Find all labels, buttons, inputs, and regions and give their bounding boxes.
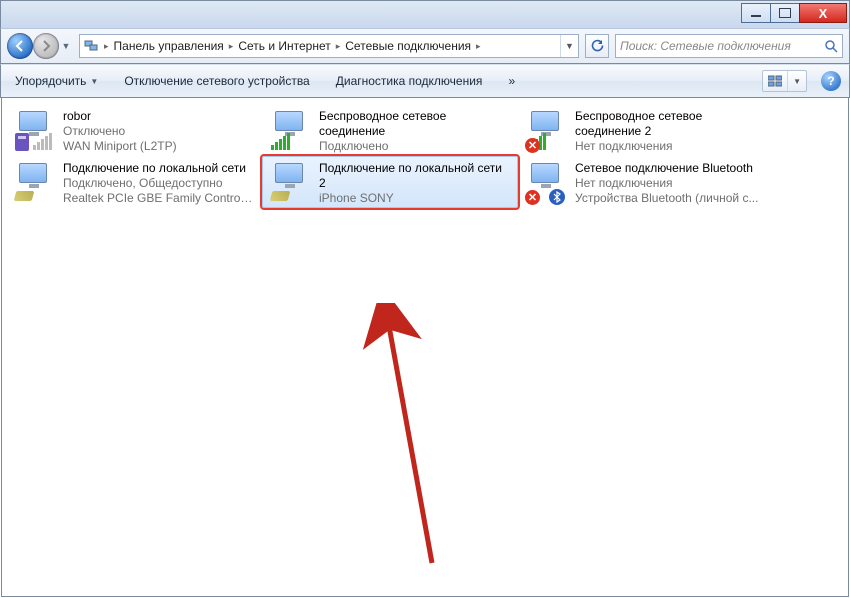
connection-status: Подключено [319,139,511,154]
breadcrumb-segment[interactable]: Сетевые подключения [342,35,474,57]
minimize-button[interactable] [741,3,771,23]
navigation-bar: ▼ ▸ Панель управления ▸ Сеть и Интернет … [0,28,850,64]
connection-item[interactable]: Подключение по локальной сетиПодключено,… [6,156,262,208]
connection-name: Беспроводное сетевое соединение 2 [575,109,767,139]
chevron-down-icon: ▼ [90,77,98,86]
breadcrumb-segment[interactable]: Сеть и Интернет [235,35,333,57]
forward-button[interactable] [33,33,59,59]
annotation-arrow [332,303,452,573]
search-box[interactable] [615,34,843,58]
connection-item[interactable]: ✕Сетевое подключение BluetoothНет подклю… [518,156,774,208]
connection-status: Подключено, Общедоступно [63,176,255,191]
refresh-button[interactable] [585,34,609,58]
history-dropdown-button[interactable]: ▼ [59,34,73,58]
organize-label: Упорядочить [15,74,86,88]
address-dropdown-button[interactable]: ▼ [560,35,578,57]
breadcrumb-segment[interactable]: Панель управления [111,35,227,57]
connection-device: Устройства Bluetooth (личной с... [575,191,767,206]
connection-item[interactable]: roborОтключеноWAN Miniport (L2TP) [6,104,262,156]
connection-device: iPhone SONY [319,191,511,206]
view-options-button[interactable]: ▼ [762,70,807,92]
command-bar: Упорядочить ▼ Отключение сетевого устрой… [0,64,850,98]
disable-device-button[interactable]: Отключение сетевого устройства [118,71,315,91]
connection-item[interactable]: ✕Беспроводное сетевое соединение 2Нет по… [518,104,774,156]
connection-name: Беспроводное сетевое соединение [319,109,511,139]
connection-item[interactable]: Подключение по локальной сети 2iPhone SO… [262,156,518,208]
items-grid: roborОтключеноWAN Miniport (L2TP)Беспров… [6,104,844,208]
maximize-button[interactable] [770,3,800,23]
search-input[interactable] [620,39,824,53]
search-icon[interactable] [824,39,838,53]
network-icon [83,38,99,54]
address-bar[interactable]: ▸ Панель управления ▸ Сеть и Интернет ▸ … [79,34,579,58]
connection-device: Realtek PCIe GBE Family Controller [63,191,255,206]
connection-status: Отключено [63,124,255,139]
organize-button[interactable]: Упорядочить ▼ [9,71,104,91]
connection-name: robor [63,109,255,124]
connection-name: Сетевое подключение Bluetooth [575,161,767,176]
connection-status: Нет подключения [575,176,767,191]
connection-device: WAN Miniport (L2TP) [63,139,255,154]
connection-name: Подключение по локальной сети 2 [319,161,511,191]
connection-name: Подключение по локальной сети [63,161,255,176]
more-commands-button[interactable]: » [502,71,521,91]
chevron-down-icon: ▼ [787,71,806,91]
window-titlebar [0,0,850,28]
view-icon [763,71,787,91]
back-button[interactable] [7,33,33,59]
connection-item[interactable]: Беспроводное сетевое соединениеПодключен… [262,104,518,156]
content-area: roborОтключеноWAN Miniport (L2TP)Беспров… [1,98,849,597]
connection-status: Нет подключения [575,139,767,154]
diagnose-button[interactable]: Диагностика подключения [330,71,489,91]
help-button[interactable]: ? [821,71,841,91]
close-button[interactable] [799,3,847,23]
